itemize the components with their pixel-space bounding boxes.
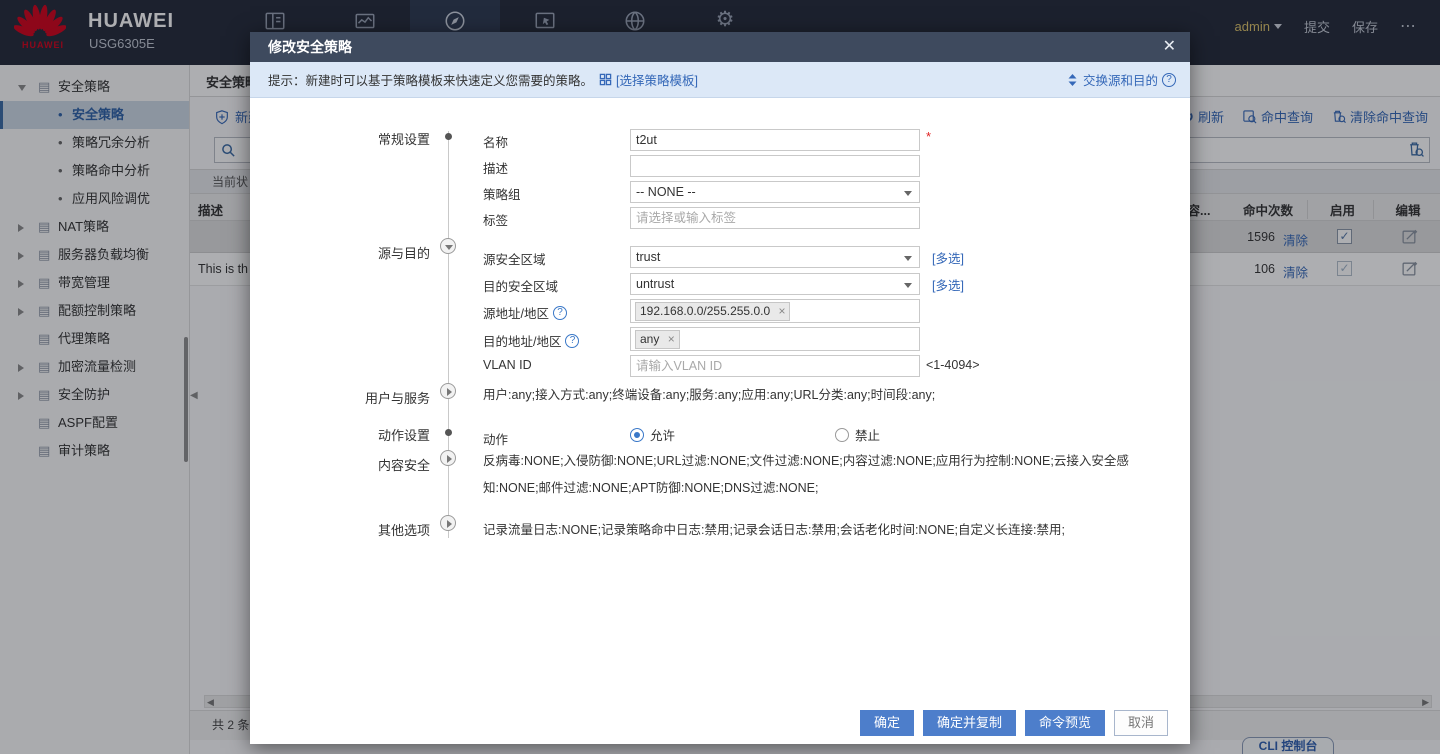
name-label: 名称: [483, 132, 508, 151]
address-chip: any ×: [635, 330, 680, 349]
name-field[interactable]: [630, 129, 920, 151]
radio-unselected-icon: [835, 428, 849, 442]
src-zone-select[interactable]: trust: [630, 246, 920, 268]
other-options-summary: 记录流量日志:NONE;记录策略命中日志:禁用;记录会话日志:禁用;会话老化时间…: [483, 517, 1148, 544]
vlan-label: VLAN ID: [483, 358, 532, 372]
section-src-dst: 源与目的: [280, 243, 430, 262]
ok-button[interactable]: 确定: [860, 710, 914, 736]
section-dot-icon: [445, 133, 452, 140]
chevron-down-icon: [445, 245, 453, 250]
chip-text: 192.168.0.0/255.255.0.0: [640, 304, 770, 318]
src-addr-label-text: 源地址/地区: [483, 303, 549, 322]
src-zone-label: 源安全区域: [483, 249, 546, 268]
cancel-button[interactable]: 取消: [1114, 710, 1168, 736]
action-label: 动作: [483, 429, 508, 448]
swap-src-dst-link[interactable]: 交换源和目的 ?: [1066, 70, 1176, 89]
collapse-toggle-collapsed[interactable]: [440, 515, 456, 531]
section-dot-icon: [445, 429, 452, 436]
dst-addr-label: 目的地址/地区 ?: [483, 331, 579, 350]
src-addr-field[interactable]: 192.168.0.0/255.255.0.0 ×: [630, 299, 920, 323]
description-label: 描述: [483, 158, 508, 177]
action-allow-radio[interactable]: 允许: [630, 425, 675, 444]
help-icon[interactable]: ?: [1162, 73, 1176, 87]
src-addr-label: 源地址/地区 ?: [483, 303, 567, 322]
required-asterisk: *: [926, 129, 931, 144]
dst-addr-label-text: 目的地址/地区: [483, 331, 561, 350]
select-template-label: [选择策略模板]: [616, 70, 698, 89]
tag-field[interactable]: [630, 207, 920, 229]
screen: HUAWEI HUAWEI USG6305E: [0, 0, 1440, 754]
collapse-toggle-collapsed[interactable]: [440, 383, 456, 399]
policy-group-label: 策略组: [483, 184, 521, 203]
chevron-down-icon: [904, 191, 912, 196]
swap-label: 交换源和目的: [1083, 70, 1158, 89]
section-content-security: 内容安全: [280, 455, 430, 474]
help-icon[interactable]: ?: [565, 334, 579, 348]
template-grid-icon: [599, 73, 612, 86]
ok-and-copy-button[interactable]: 确定并复制: [923, 710, 1016, 736]
dialog-tip-bar: 提示：新建时可以基于策略模板来快速定义您需要的策略。 [选择策略模板] 交换源和…: [250, 62, 1190, 98]
policy-group-select[interactable]: -- NONE --: [630, 181, 920, 203]
section-other: 其他选项: [280, 520, 430, 539]
action-deny-radio[interactable]: 禁止: [835, 425, 880, 444]
src-zone-value: trust: [636, 250, 660, 264]
close-icon[interactable]: ✕: [1163, 32, 1176, 62]
dialog-title-bar: 修改安全策略 ✕: [250, 32, 1190, 62]
remove-chip-icon[interactable]: ×: [668, 332, 675, 346]
section-user-service: 用户与服务: [280, 388, 430, 407]
chevron-down-icon: [904, 256, 912, 261]
tag-label: 标签: [483, 210, 508, 229]
content-security-summary: 反病毒:NONE;入侵防御:NONE;URL过滤:NONE;文件过滤:NONE;…: [483, 448, 1148, 502]
chip-text: any: [640, 332, 659, 346]
remove-chip-icon[interactable]: ×: [778, 304, 785, 318]
tip-text: 提示：新建时可以基于策略模板来快速定义您需要的策略。: [268, 70, 593, 89]
dialog-title: 修改安全策略: [268, 39, 352, 55]
dst-zone-select[interactable]: untrust: [630, 273, 920, 295]
collapse-toggle-expanded[interactable]: [440, 238, 456, 254]
dst-zone-multi-link[interactable]: [多选]: [932, 275, 964, 294]
chevron-right-icon: [447, 455, 452, 463]
help-icon[interactable]: ?: [553, 306, 567, 320]
deny-label: 禁止: [855, 425, 880, 444]
user-service-summary: 用户:any;接入方式:any;终端设备:any;服务:any;应用:any;U…: [483, 382, 1148, 409]
radio-selected-icon: [630, 428, 644, 442]
address-chip: 192.168.0.0/255.255.0.0 ×: [635, 302, 790, 321]
section-general: 常规设置: [280, 129, 430, 148]
dst-zone-label: 目的安全区域: [483, 276, 558, 295]
vlan-range-hint: <1-4094>: [926, 358, 980, 372]
command-preview-button[interactable]: 命令预览: [1025, 710, 1105, 736]
collapse-toggle-collapsed[interactable]: [440, 450, 456, 466]
dialog-body: 常规设置 源与目的 用户与服务 动作设置 内容安全 其他选项 名称 * 描述 策…: [250, 98, 1190, 744]
select-template-link[interactable]: [选择策略模板]: [599, 70, 698, 89]
chevron-right-icon: [447, 520, 452, 528]
section-timeline: [448, 131, 449, 538]
chevron-down-icon: [904, 283, 912, 288]
dst-zone-value: untrust: [636, 277, 674, 291]
dst-addr-field[interactable]: any ×: [630, 327, 920, 351]
section-action: 动作设置: [280, 425, 430, 444]
chevron-right-icon: [447, 388, 452, 396]
swap-icon: [1066, 73, 1079, 87]
vlan-field[interactable]: [630, 355, 920, 377]
src-zone-multi-link[interactable]: [多选]: [932, 248, 964, 267]
description-field[interactable]: [630, 155, 920, 177]
policy-group-value: -- NONE --: [636, 185, 696, 199]
dialog-footer: 确定 确定并复制 命令预览 取消: [860, 710, 1168, 736]
allow-label: 允许: [650, 425, 675, 444]
modify-security-policy-dialog: 修改安全策略 ✕ 提示：新建时可以基于策略模板来快速定义您需要的策略。 [选择策…: [250, 32, 1190, 744]
